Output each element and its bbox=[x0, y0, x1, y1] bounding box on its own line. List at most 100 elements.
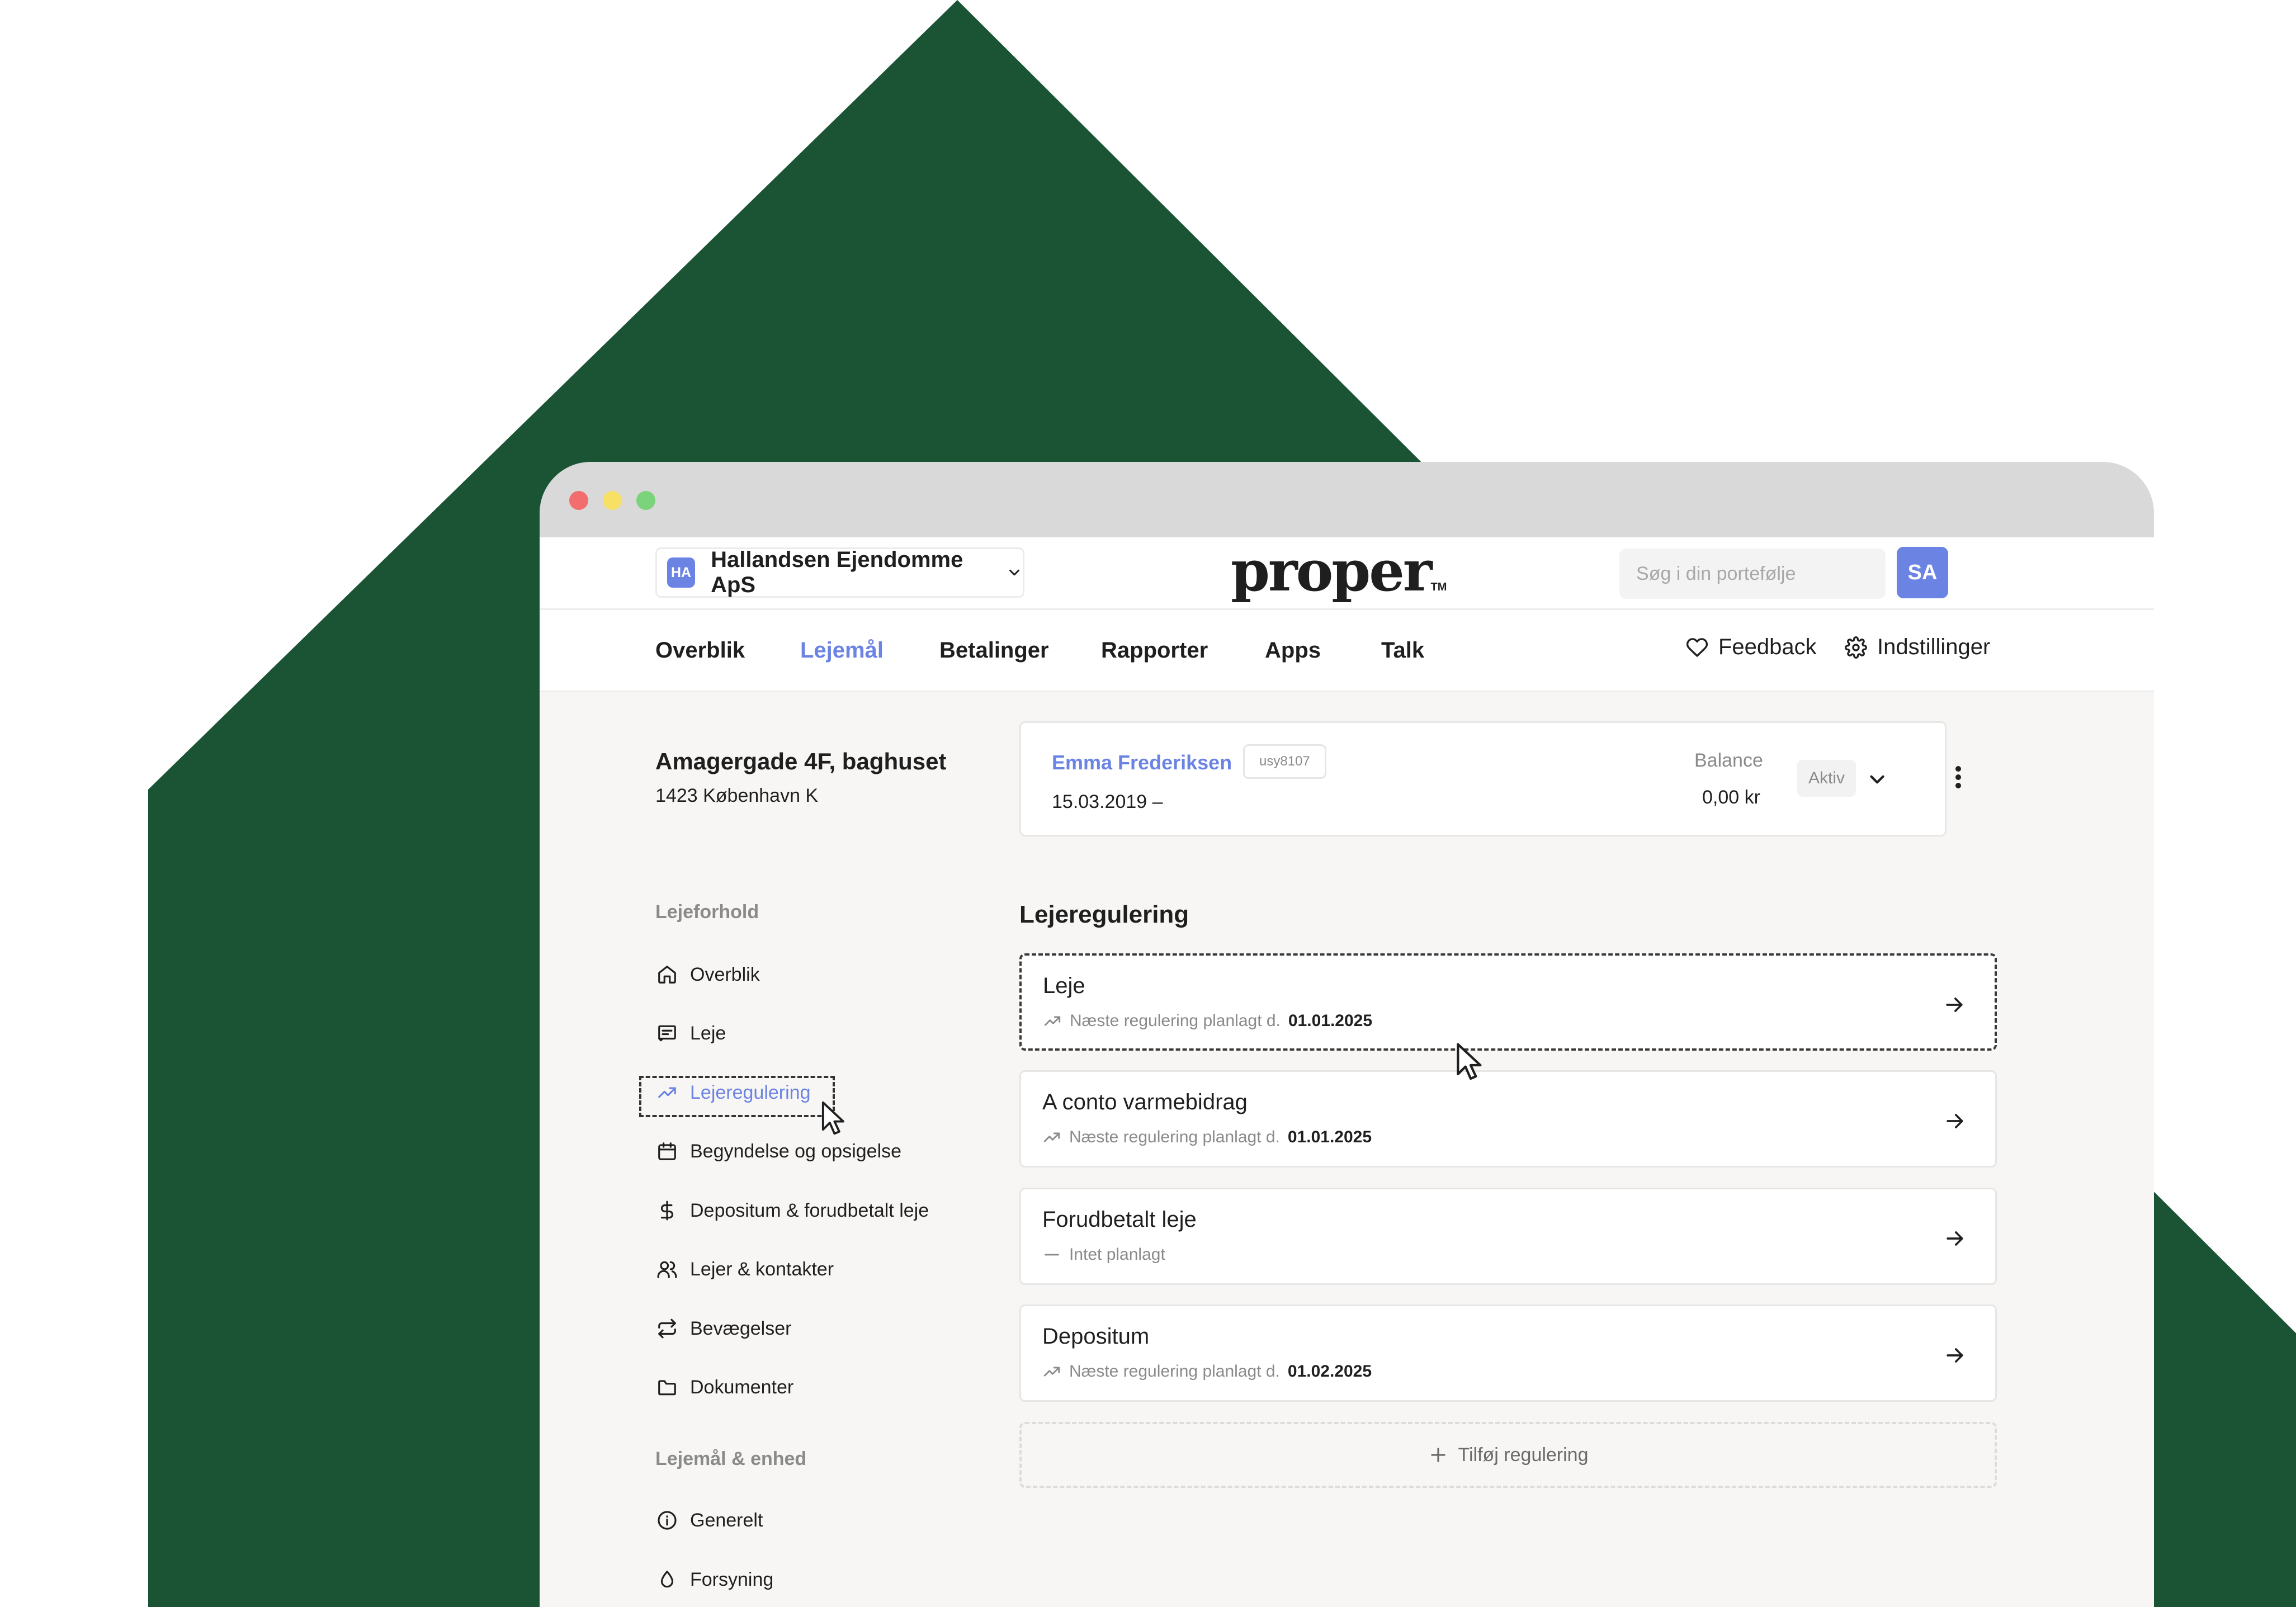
status-badge: Aktiv bbox=[1797, 760, 1856, 797]
sidebar-item-label: Overblik bbox=[690, 963, 760, 985]
property-address: Amagergade 4F, baghuset bbox=[655, 748, 947, 774]
regulation-card-forudbetalt[interactable]: Forudbetalt leje Intet planlagt bbox=[1019, 1188, 1997, 1285]
window-titlebar bbox=[540, 462, 2154, 537]
sidebar-item-label: Begyndelse og opsigelse bbox=[690, 1140, 902, 1162]
sidebar-item-lejer-kontakter[interactable]: Lejer & kontakter bbox=[655, 1254, 834, 1285]
trend-up-icon bbox=[1042, 1128, 1069, 1147]
arrow-right-icon bbox=[1943, 1226, 1967, 1254]
mouse-cursor-icon bbox=[821, 1101, 844, 1135]
tab-rapporter[interactable]: Rapporter bbox=[1101, 638, 1208, 663]
chevron-down-icon[interactable] bbox=[1865, 768, 1889, 794]
regulation-card-aconto[interactable]: A conto varmebidrag Næste regulering pla… bbox=[1019, 1070, 1997, 1168]
feedback-label: Feedback bbox=[1718, 635, 1817, 659]
property-city: 1423 København K bbox=[655, 785, 819, 806]
arrow-right-icon bbox=[1942, 992, 1967, 1020]
users-icon bbox=[655, 1258, 679, 1281]
search-input[interactable] bbox=[1619, 549, 1886, 599]
plus-icon bbox=[1428, 1444, 1458, 1466]
home-icon bbox=[655, 963, 679, 986]
regulation-name: Forudbetalt leje bbox=[1042, 1207, 1197, 1232]
dash-icon bbox=[1042, 1245, 1069, 1264]
main-nav: Overblik Lejemål Betalinger Rapporter Ap… bbox=[540, 610, 2154, 692]
feedback-link[interactable]: Feedback bbox=[1686, 635, 1817, 660]
org-badge: HA bbox=[667, 557, 696, 588]
folder-icon bbox=[655, 1376, 679, 1399]
proper-logo: properTM bbox=[1231, 543, 1447, 604]
focus-outline bbox=[639, 1076, 835, 1117]
sidebar-item-label: Depositum & forudbetalt leje bbox=[690, 1199, 929, 1221]
regulation-status-text: Næste regulering planlagt d. bbox=[1069, 1128, 1280, 1146]
heart-icon bbox=[1686, 636, 1718, 659]
sidebar-item-label: Lejer & kontakter bbox=[690, 1258, 834, 1280]
sidebar-item-generelt[interactable]: Generelt bbox=[655, 1505, 763, 1536]
arrow-right-icon bbox=[1943, 1343, 1967, 1370]
tab-apps[interactable]: Apps bbox=[1265, 638, 1321, 663]
org-name: Hallandsen Ejendomme ApS bbox=[711, 547, 963, 597]
regulation-status-text: Næste regulering planlagt d. bbox=[1069, 1362, 1280, 1381]
window-minimize-dot[interactable] bbox=[603, 491, 622, 510]
regulation-title: Lejeregulering bbox=[1019, 901, 1189, 928]
regulation-date: 01.01.2025 bbox=[1287, 1128, 1372, 1146]
info-icon bbox=[655, 1509, 679, 1532]
sidebar-item-label: Forsyning bbox=[690, 1568, 774, 1590]
window-maximize-dot[interactable] bbox=[636, 491, 655, 510]
sidebar-item-label: Bevægelser bbox=[690, 1317, 792, 1339]
repeat-icon bbox=[655, 1317, 679, 1340]
sidebar-item-begyndelse[interactable]: Begyndelse og opsigelse bbox=[655, 1136, 901, 1167]
regulation-status: Intet planlagt bbox=[1042, 1245, 1165, 1264]
regulation-name: Leje bbox=[1043, 973, 1085, 998]
user-avatar[interactable]: SA bbox=[1897, 547, 1948, 598]
sidebar-item-dokumenter[interactable]: Dokumenter bbox=[655, 1372, 793, 1403]
regulation-date: 01.02.2025 bbox=[1287, 1362, 1372, 1381]
arrow-right-icon bbox=[1943, 1109, 1967, 1136]
calendar-icon bbox=[655, 1140, 679, 1163]
droplet-icon bbox=[655, 1568, 679, 1591]
dollar-icon bbox=[655, 1199, 679, 1222]
browser-window: HA Hallandsen Ejendomme ApS properTM SA … bbox=[540, 462, 2154, 1607]
sidebar-item-label: Leje bbox=[690, 1022, 726, 1044]
sidebar-item-depositum[interactable]: Depositum & forudbetalt leje bbox=[655, 1195, 929, 1226]
tenancy-period: 15.03.2019 – bbox=[1052, 791, 1163, 812]
tenant-name-link[interactable]: Emma Frederiksen bbox=[1052, 751, 1232, 774]
regulation-status: Næste regulering planlagt d. 01.02.2025 bbox=[1042, 1362, 1372, 1381]
trend-up-icon bbox=[1042, 1362, 1069, 1381]
tenant-code-badge: usy8107 bbox=[1243, 744, 1326, 779]
more-options-icon[interactable] bbox=[1954, 765, 1962, 792]
tab-betalinger[interactable]: Betalinger bbox=[939, 638, 1049, 663]
tab-overblik[interactable]: Overblik bbox=[655, 638, 745, 663]
balance-label: Balance bbox=[1694, 750, 1763, 771]
logo-text: proper bbox=[1231, 538, 1433, 604]
sidebar-item-bevaegelser[interactable]: Bevægelser bbox=[655, 1313, 791, 1344]
balance-value: 0,00 kr bbox=[1702, 787, 1760, 808]
sidebar-section-lejeforhold: Lejeforhold bbox=[655, 901, 759, 923]
tab-lejemaal[interactable]: Lejemål bbox=[800, 638, 884, 663]
mouse-cursor-icon bbox=[1457, 1043, 1482, 1080]
receipt-icon bbox=[655, 1022, 679, 1045]
regulation-status: Næste regulering planlagt d. 01.01.2025 bbox=[1043, 1012, 1372, 1031]
regulation-status-text: Næste regulering planlagt d. bbox=[1070, 1012, 1281, 1030]
sidebar-section-lejemaal-enhed: Lejemål & enhed bbox=[655, 1448, 807, 1469]
organization-switcher[interactable]: HA Hallandsen Ejendomme ApS bbox=[655, 547, 1024, 598]
regulation-date: 01.01.2025 bbox=[1288, 1012, 1373, 1030]
regulation-card-depositum[interactable]: Depositum Næste regulering planlagt d. 0… bbox=[1019, 1304, 1997, 1402]
chevron-down-icon bbox=[1006, 564, 1023, 581]
regulation-status-text: Intet planlagt bbox=[1069, 1245, 1165, 1264]
settings-link[interactable]: Indstillinger bbox=[1845, 635, 1990, 660]
regulation-name: Depositum bbox=[1042, 1324, 1150, 1349]
add-regulation-label: Tilføj regulering bbox=[1458, 1444, 1589, 1466]
sidebar-item-label: Generelt bbox=[690, 1509, 763, 1531]
add-regulation-button[interactable]: Tilføj regulering bbox=[1019, 1422, 1997, 1488]
tab-talk[interactable]: Talk bbox=[1381, 638, 1424, 663]
logo-trademark: TM bbox=[1430, 581, 1447, 593]
trend-up-icon bbox=[1043, 1012, 1070, 1031]
sidebar-item-leje[interactable]: Leje bbox=[655, 1018, 726, 1049]
settings-label: Indstillinger bbox=[1877, 635, 1991, 659]
gear-icon bbox=[1845, 636, 1877, 659]
tenant-card: Emma Frederiksen usy8107 15.03.2019 – Ba… bbox=[1019, 721, 1947, 836]
sidebar-item-overblik[interactable]: Overblik bbox=[655, 959, 760, 990]
regulation-card-leje[interactable]: Leje Næste regulering planlagt d. 01.01.… bbox=[1019, 953, 1997, 1051]
sidebar-item-forsyning[interactable]: Forsyning bbox=[655, 1564, 773, 1595]
regulation-name: A conto varmebidrag bbox=[1042, 1090, 1248, 1114]
window-close-dot[interactable] bbox=[569, 491, 588, 510]
regulation-status: Næste regulering planlagt d. 01.01.2025 bbox=[1042, 1128, 1372, 1147]
